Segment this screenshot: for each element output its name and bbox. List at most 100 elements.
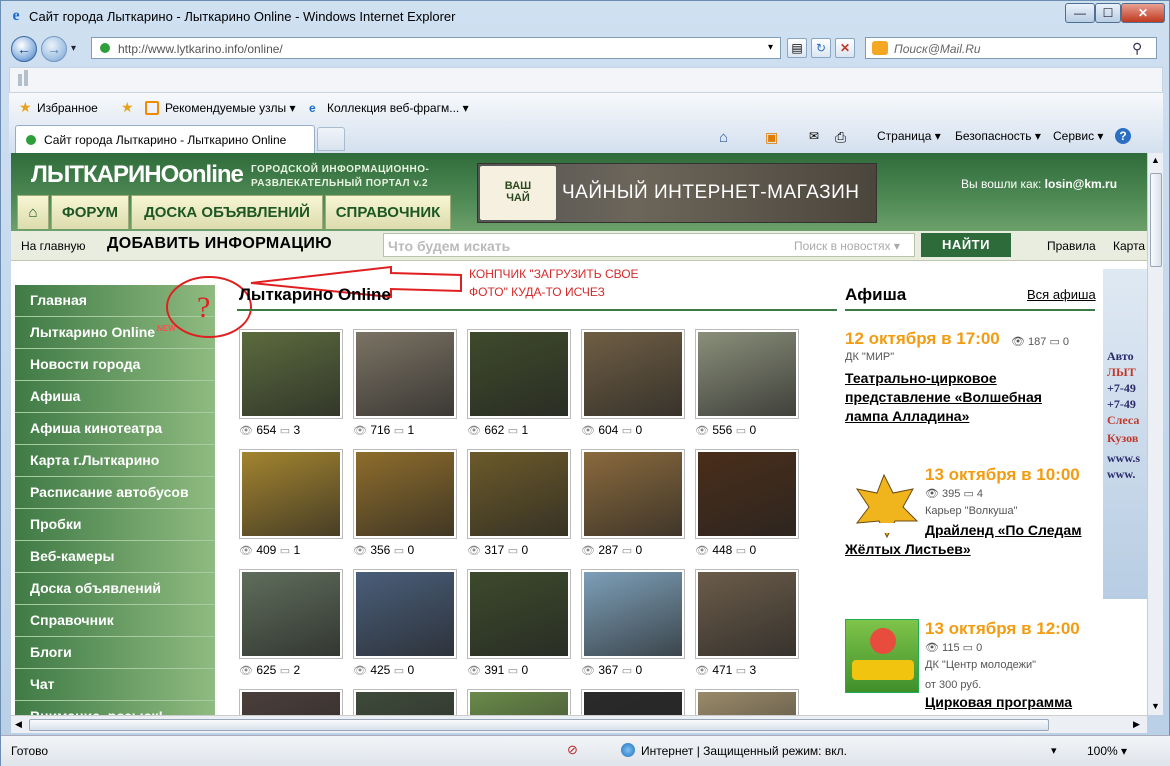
rss-icon[interactable]: ▣ [765,129,778,146]
photo-thumbnail[interactable] [695,449,799,539]
photo-thumbnail[interactable] [467,449,571,539]
forward-button[interactable]: → [41,36,67,62]
event-title[interactable]: Цирковая программа [925,693,1105,712]
event-title[interactable]: Театрально-цирковое представление «Волше… [845,369,1075,426]
scroll-left-icon[interactable]: ◀ [15,719,22,730]
compatibility-icon[interactable]: ▤ [787,38,807,58]
photo-thumbnail[interactable] [353,449,457,539]
map-link[interactable]: Карта [1113,239,1145,253]
photo-thumbnail[interactable] [239,689,343,715]
horizontal-scrollbar[interactable]: ◀ ▶ [11,715,1147,733]
web-slice-gallery-link[interactable]: Коллекция веб-фрагм... ▾ [327,101,469,115]
sidebar-item[interactable]: Внимание, розыск! [15,701,215,715]
mail-icon[interactable]: ✉ [809,129,819,143]
print-icon[interactable]: ⎙ [835,129,846,146]
scroll-up-icon[interactable]: ▲ [1151,155,1160,165]
photo-thumbnail[interactable] [353,569,457,659]
sidebar-item[interactable]: Справочник [15,605,215,637]
address-bar[interactable]: http://www.lytkarino.info/online/ ▾ [91,37,781,59]
photo-thumbnail[interactable] [581,449,685,539]
photo-stats: 👁 662 ▭ 1 [467,423,528,437]
afisha-all-link[interactable]: Вся афиша [1027,287,1096,302]
zoom-level[interactable]: 100% ▾ [1087,744,1127,758]
photo-thumbnail[interactable] [581,689,685,715]
sidebar-item[interactable]: Новости города [15,349,215,381]
site-search-input[interactable]: Что будем искать Поиск в новостях ▾ [383,233,915,257]
sidebar-item[interactable]: Доска объявлений [15,573,215,605]
sidebar-item[interactable]: Афиша [15,381,215,413]
search-icon[interactable]: ⚲ [1132,40,1142,57]
maximize-button[interactable]: ☐ [1095,3,1121,23]
suggested-sites-link[interactable]: Рекомендуемые узлы ▾ [165,101,296,115]
sidebar-item[interactable]: Чат [15,669,215,701]
event-title[interactable]: Драйленд «По Следам Жёлтых Листьев» [845,521,1095,559]
photo-thumbnail[interactable] [695,689,799,715]
site-home-tab[interactable]: ⌂ [17,195,49,229]
event-image-circus[interactable] [845,619,919,693]
photo-stats: 👁 556 ▭ 0 [695,423,756,437]
home-icon[interactable]: ⌂ [719,129,728,146]
security-menu[interactable]: Безопасность ▾ [955,129,1041,143]
home-link[interactable]: На главную [21,239,85,253]
vertical-scrollbar[interactable]: ▲ ▼ [1147,153,1163,715]
photo-thumbnail[interactable] [353,329,457,419]
sidebar-item[interactable]: Главная [15,285,215,317]
tab-board[interactable]: ДОСКА ОБЪЯВЛЕНИЙ [131,195,323,229]
scroll-right-icon[interactable]: ▶ [1133,719,1140,730]
scroll-down-icon[interactable]: ▼ [1151,701,1160,711]
horizontal-scroll-thumb[interactable] [29,719,1049,731]
new-tab-button[interactable] [317,127,345,151]
photo-thumbnail[interactable] [239,329,343,419]
photo-thumbnail[interactable] [467,569,571,659]
sidebar-item[interactable]: Пробки [15,509,215,541]
photo-comments: 0 [749,543,757,557]
add-favorite-icon[interactable]: ★ [121,99,134,116]
tea-banner[interactable]: ВАШ ЧАЙ ЧАЙНЫЙ ИНТЕРНЕТ-МАГАЗИН [477,163,877,223]
right-ad-banner[interactable]: Авто ЛЫТ +7-49 +7-49 Слеса Кузов www.s www. [1103,269,1147,599]
minimize-button[interactable]: — [1065,3,1095,23]
history-dropdown-icon[interactable]: ▾ [71,43,76,54]
back-button[interactable]: ← [11,36,37,62]
photo-thumbnail[interactable] [239,449,343,539]
photo-thumbnail[interactable] [353,689,457,715]
vertical-scroll-thumb[interactable] [1150,173,1162,267]
find-button[interactable]: НАЙТИ [921,233,1011,257]
photo-thumbnail[interactable] [467,329,571,419]
tools-menu[interactable]: Сервис ▾ [1053,129,1103,143]
sidebar-item[interactable]: Афиша кинотеатра [15,413,215,445]
sidebar-item[interactable]: Блоги [15,637,215,669]
photo-thumbnail[interactable] [581,569,685,659]
tab-directory[interactable]: СПРАВОЧНИК [325,195,451,229]
photo-image [470,692,568,715]
site-status-icon [100,43,110,53]
address-dropdown-icon[interactable]: ▾ [768,42,773,53]
security-zone[interactable]: Интернет | Защищенный режим: вкл. [641,744,847,758]
login-user[interactable]: losin@km.ru [1045,177,1117,191]
refresh-icon[interactable]: ↻ [811,38,831,58]
site-logo[interactable]: ЛЫТКАРИНОonline [31,161,244,189]
tab-current[interactable]: Сайт города Лыткарино - Лыткарино Online [15,125,315,153]
sidebar-item[interactable]: Лыткарино Online NEW [15,317,215,349]
zoom-dropdown-icon[interactable]: ▾ [1051,744,1057,757]
stop-icon[interactable]: ✕ [835,38,855,58]
favorites-button[interactable]: Избранное [37,101,98,115]
photo-thumbnail[interactable] [239,569,343,659]
sidebar-item[interactable]: Веб-камеры [15,541,215,573]
popup-blocked-icon[interactable]: ⊘ [567,742,578,758]
page-menu[interactable]: Страница ▾ [877,129,941,143]
sidebar-item[interactable]: Расписание автобусов [15,477,215,509]
views-icon: 👁 [695,545,709,557]
photo-thumbnail[interactable] [467,689,571,715]
search-scope-select[interactable]: Поиск в новостях ▾ [794,239,900,253]
close-button[interactable]: ✕ [1121,3,1165,23]
browser-window: e Сайт города Лыткарино - Лыткарино Onli… [0,0,1170,766]
photo-thumbnail[interactable] [581,329,685,419]
add-info-link[interactable]: ДОБАВИТЬ ИНФОРМАЦИЮ [107,235,332,253]
search-field[interactable]: Поиск@Mail.Ru ⚲ [865,37,1157,59]
photo-thumbnail[interactable] [695,569,799,659]
tab-forum[interactable]: ФОРУМ [51,195,129,229]
help-icon[interactable]: ? [1115,128,1131,144]
rules-link[interactable]: Правила [1047,239,1096,253]
sidebar-item[interactable]: Карта г.Лыткарино [15,445,215,477]
photo-thumbnail[interactable] [695,329,799,419]
